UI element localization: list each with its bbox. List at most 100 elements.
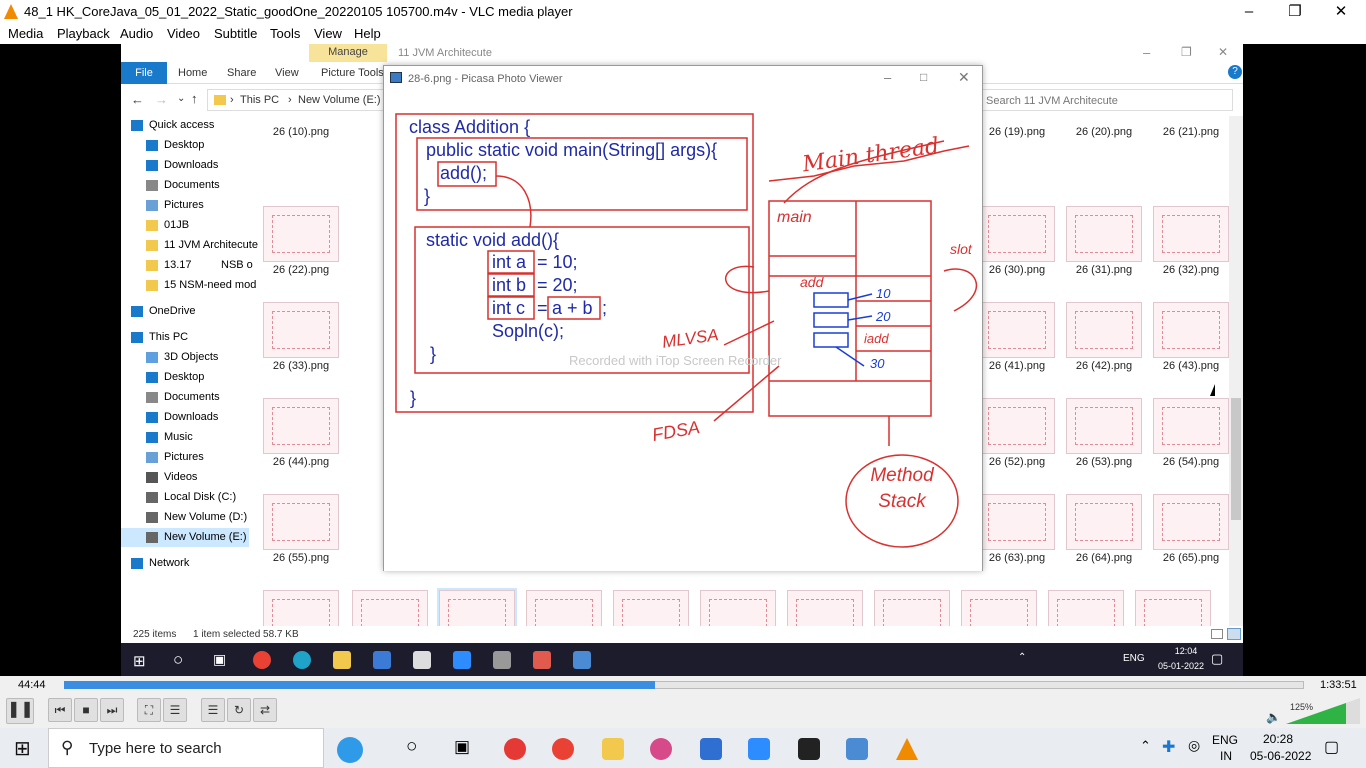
explorer-minimize[interactable]: – <box>1143 45 1150 60</box>
file-name[interactable]: 26 (41).png <box>974 360 1060 372</box>
taskbar-date[interactable]: 05-06-2022 <box>1250 749 1311 763</box>
file-name[interactable]: 26 (31).png <box>1061 264 1147 276</box>
file-name[interactable]: 26 (21).png <box>1148 126 1234 138</box>
tray-date[interactable]: 05-01-2022 <box>1151 661 1211 671</box>
file-name[interactable]: 26 (63).png <box>974 552 1060 564</box>
start-button-icon[interactable]: ⊞ <box>14 736 31 761</box>
file-name[interactable]: 26 (10).png <box>258 126 344 138</box>
file-name[interactable]: 26 (19).png <box>974 126 1060 138</box>
photos-icon[interactable] <box>846 738 868 760</box>
file-thumbnail[interactable] <box>979 494 1055 550</box>
nav-item[interactable]: Desktop <box>121 368 249 387</box>
photos-icon[interactable] <box>573 651 591 669</box>
volume-slider[interactable] <box>1286 698 1362 726</box>
task-view-icon[interactable]: ▣ <box>213 651 226 668</box>
menu-help[interactable]: Help <box>354 26 381 41</box>
breadcrumb-volume-e[interactable]: New Volume (E:) <box>298 94 381 106</box>
nav-item[interactable]: New Volume (E:) <box>121 528 249 547</box>
file-thumbnail[interactable] <box>1066 494 1142 550</box>
stop-button[interactable]: ■ <box>74 698 98 722</box>
menu-audio[interactable]: Audio <box>120 26 153 41</box>
previous-button[interactable]: ⏮ <box>48 698 72 722</box>
file-name[interactable]: 26 (55).png <box>258 552 344 564</box>
edge-icon[interactable] <box>293 651 311 669</box>
nav-item[interactable]: Downloads <box>121 408 249 427</box>
taskbar-lang[interactable]: ENG <box>1212 733 1238 747</box>
file-explorer-icon[interactable] <box>602 738 624 760</box>
file-thumbnail[interactable] <box>979 302 1055 358</box>
file-name[interactable]: 26 (22).png <box>258 264 344 276</box>
breadcrumb-this-pc[interactable]: This PC <box>240 94 279 106</box>
nav-item[interactable]: New Volume (D:) <box>121 508 249 527</box>
nav-item[interactable]: 11 JVM Architecute <box>121 236 258 255</box>
menu-tools[interactable]: Tools <box>270 26 300 41</box>
file-name[interactable]: 26 (33).png <box>258 360 344 372</box>
app-icon[interactable] <box>533 651 551 669</box>
back-arrow-icon[interactable]: ← <box>131 92 144 107</box>
store-icon[interactable] <box>700 738 722 760</box>
cortana-icon[interactable]: ○ <box>173 650 183 670</box>
forward-arrow-icon[interactable]: → <box>155 92 168 107</box>
elapsed-time[interactable]: 44:44 <box>18 679 46 691</box>
nav-item[interactable]: 01JB <box>121 216 249 235</box>
recorder-app-icon[interactable] <box>504 738 526 760</box>
notification-icon[interactable]: ▢ <box>1211 651 1223 667</box>
file-thumbnail[interactable] <box>263 206 339 262</box>
file-thumbnail[interactable] <box>1066 206 1142 262</box>
nav-item[interactable]: Downloads <box>121 156 249 175</box>
file-name[interactable]: 26 (30).png <box>974 264 1060 276</box>
file-name[interactable]: 26 (54).png <box>1148 456 1234 468</box>
help-icon[interactable]: ? <box>1228 65 1242 79</box>
file-thumbnail[interactable] <box>263 398 339 454</box>
nav-item[interactable]: Pictures <box>121 196 249 215</box>
tab-share[interactable]: Share <box>227 67 256 79</box>
tray-plus-icon[interactable]: ✚ <box>1162 737 1175 757</box>
menu-media[interactable]: Media <box>8 26 43 41</box>
cortana-icon[interactable]: ○ <box>406 736 417 758</box>
extended-settings-button[interactable]: ☰ <box>163 698 187 722</box>
vertical-scrollbar[interactable] <box>1229 116 1243 626</box>
nav-item[interactable]: Pictures <box>121 448 249 467</box>
nav-item[interactable]: OneDrive <box>121 302 249 321</box>
file-thumbnail[interactable] <box>263 302 339 358</box>
windows-start-icon[interactable]: ⊞ <box>133 652 146 670</box>
sticky-notes-icon[interactable] <box>798 738 820 760</box>
explorer-maximize[interactable]: ❐ <box>1181 45 1192 59</box>
file-thumbnail[interactable] <box>979 398 1055 454</box>
nav-item[interactable]: 13.17 NSB o <box>121 256 253 275</box>
nav-item[interactable]: Quick access <box>121 116 249 135</box>
zoom-icon[interactable] <box>453 651 471 669</box>
maximize-button[interactable]: ❐ <box>1272 0 1318 24</box>
picasa-maximize[interactable]: □ <box>920 70 927 84</box>
next-button[interactable]: ⏭ <box>100 698 124 722</box>
nav-item[interactable]: Local Disk (C:) <box>121 488 249 507</box>
search-input[interactable]: Search 11 JVM Architecute <box>979 89 1233 111</box>
taskbar-region[interactable]: IN <box>1220 749 1232 763</box>
scroll-thumb[interactable] <box>1231 398 1241 520</box>
nav-item[interactable]: Desktop <box>121 136 249 155</box>
nav-item[interactable]: Network <box>121 554 249 573</box>
nav-item[interactable]: 3D Objects <box>121 348 249 367</box>
taskbar-search[interactable]: ⚲ Type here to search <box>48 728 363 768</box>
store-icon[interactable] <box>373 651 391 669</box>
thumbnail-view-icon[interactable] <box>1227 628 1241 640</box>
tray-lang[interactable]: ENG <box>1123 653 1145 664</box>
taskbar-time[interactable]: 20:28 <box>1263 732 1293 746</box>
picasa-close[interactable]: ✕ <box>958 69 970 86</box>
tab-home[interactable]: Home <box>178 67 207 79</box>
menu-video[interactable]: Video <box>167 26 200 41</box>
file-thumbnail[interactable] <box>1153 302 1229 358</box>
file-explorer-icon[interactable] <box>333 651 351 669</box>
tab-view[interactable]: View <box>275 67 299 79</box>
nav-item[interactable]: 15 NSM-need mod <box>121 276 256 295</box>
file-thumbnail[interactable] <box>1153 206 1229 262</box>
manage-tab[interactable]: Manage <box>309 44 387 62</box>
recent-chevron-icon[interactable]: ⌄ <box>177 93 185 104</box>
file-name[interactable]: 26 (43).png <box>1148 360 1234 372</box>
file-thumbnail[interactable] <box>263 494 339 550</box>
tray-chevron-icon[interactable]: ⌃ <box>1140 738 1151 754</box>
snipping-icon[interactable] <box>650 738 672 760</box>
shuffle-button[interactable]: ⇄ <box>253 698 277 722</box>
picasa-minimize[interactable]: – <box>884 70 891 85</box>
pause-button[interactable]: ❚❚ <box>6 698 34 724</box>
